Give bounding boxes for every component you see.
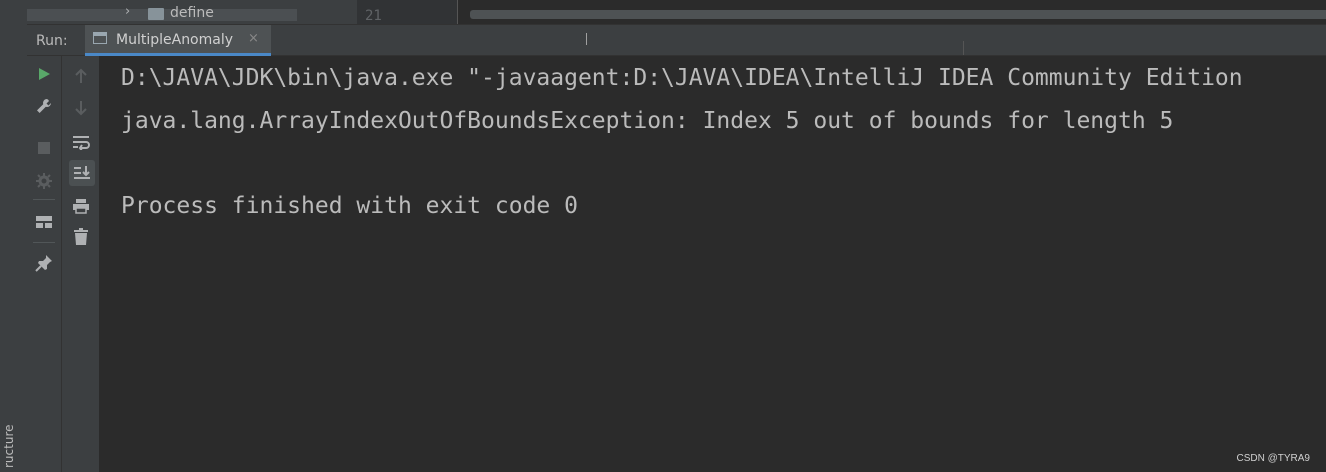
line-gutter: 21 — [357, 0, 457, 24]
console-line-command: D:\JAVA\JDK\bin\java.exe "-javaagent:D:\… — [121, 65, 1243, 91]
chevron-right-icon[interactable]: › — [125, 4, 130, 19]
run-icon[interactable] — [32, 62, 56, 86]
console-icon — [93, 32, 107, 44]
tree-item-label: define — [170, 5, 214, 21]
watermark: CSDN @TYRA9 — [1236, 453, 1311, 464]
wrench-icon[interactable] — [32, 94, 56, 118]
folder-icon — [148, 8, 164, 20]
run-tool-window-header: Run: MultipleAnomaly × — [27, 24, 1326, 56]
stop-icon[interactable] — [32, 136, 56, 160]
arrow-down-icon[interactable] — [69, 96, 93, 120]
trash-icon[interactable] — [69, 225, 93, 249]
cursor-mark — [586, 33, 587, 45]
close-icon[interactable]: × — [248, 31, 259, 46]
pin-icon[interactable] — [32, 251, 56, 275]
debug-settings-icon[interactable] — [32, 169, 56, 193]
line-number: 21 — [365, 8, 382, 24]
console-line-exception: java.lang.ArrayIndexOutOfBoundsException… — [121, 108, 1174, 134]
print-icon[interactable] — [69, 194, 93, 218]
layout-icon[interactable] — [32, 210, 56, 234]
run-label: Run: — [36, 33, 68, 49]
tab-label: MultipleAnomaly — [116, 32, 234, 48]
horizontal-scrollbar[interactable] — [470, 10, 1326, 19]
editor-pane[interactable] — [457, 0, 1326, 24]
header-divider — [963, 41, 964, 55]
editor-area-top: › define 21 — [27, 0, 1326, 24]
soft-wrap-icon[interactable] — [69, 130, 93, 154]
tab-multiple-anomaly[interactable]: MultipleAnomaly × — [85, 25, 271, 56]
tree-item-define[interactable]: › define — [27, 4, 297, 21]
console-line-exit: Process finished with exit code 0 — [121, 193, 578, 219]
run-toolbar-secondary — [62, 56, 100, 472]
run-toolbar-primary — [27, 56, 62, 472]
left-tool-strip: ructure — [0, 0, 28, 472]
console-output[interactable]: D:\JAVA\JDK\bin\java.exe "-javaagent:D:\… — [100, 56, 1326, 472]
structure-tab[interactable]: ructure — [2, 425, 16, 469]
project-tree: › define — [27, 0, 357, 24]
scroll-to-end-icon[interactable] — [69, 160, 95, 186]
arrow-up-icon[interactable] — [69, 64, 93, 88]
toolbar-separator — [33, 242, 55, 243]
toolbar-separator — [33, 199, 55, 200]
